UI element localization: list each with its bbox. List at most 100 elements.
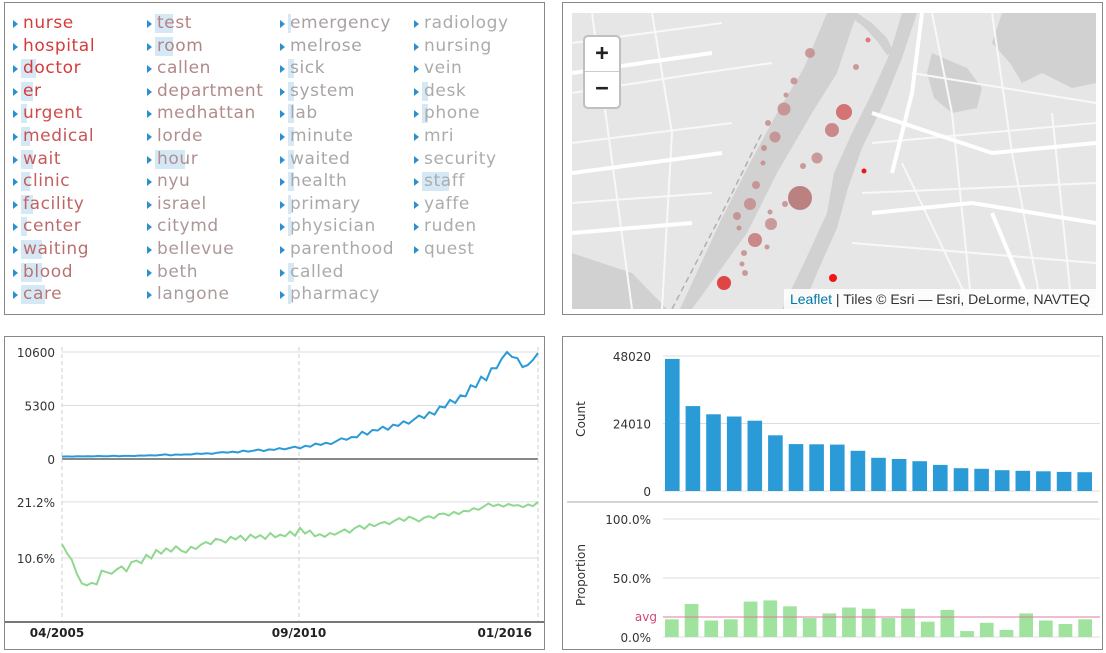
expand-arrow-icon[interactable] (414, 178, 419, 187)
expand-arrow-icon[interactable] (147, 245, 152, 254)
expand-arrow-icon[interactable] (147, 155, 152, 164)
word-item[interactable]: medhattan (145, 102, 264, 125)
word-item[interactable]: ruden (412, 215, 509, 238)
word-item[interactable]: yaffe (412, 193, 509, 216)
expand-arrow-icon[interactable] (147, 268, 152, 277)
word-item[interactable]: test (145, 12, 264, 35)
expand-arrow-icon[interactable] (414, 155, 419, 164)
word-item[interactable]: parenthood (278, 238, 394, 261)
expand-arrow-icon[interactable] (13, 20, 18, 28)
word-item[interactable]: called (278, 261, 394, 284)
word-item[interactable]: health (278, 170, 394, 193)
expand-arrow-icon[interactable] (13, 87, 18, 96)
word-item[interactable]: primary (278, 193, 394, 216)
word-item[interactable]: clinic (11, 170, 95, 193)
expand-arrow-icon[interactable] (280, 268, 285, 277)
expand-arrow-icon[interactable] (280, 87, 285, 96)
expand-arrow-icon[interactable] (147, 223, 152, 232)
expand-arrow-icon[interactable] (280, 178, 285, 187)
word-item[interactable]: hour (145, 148, 264, 171)
word-item[interactable]: physician (278, 215, 394, 238)
word-item[interactable]: vein (412, 57, 509, 80)
expand-arrow-icon[interactable] (147, 87, 152, 96)
word-item[interactable]: room (145, 35, 264, 58)
word-item[interactable]: staff (412, 170, 509, 193)
expand-arrow-icon[interactable] (414, 223, 419, 232)
expand-arrow-icon[interactable] (147, 291, 152, 300)
word-item[interactable]: care (11, 283, 95, 306)
expand-arrow-icon[interactable] (280, 291, 285, 300)
expand-arrow-icon[interactable] (13, 65, 18, 74)
expand-arrow-icon[interactable] (414, 110, 419, 119)
word-item[interactable]: bellevue (145, 238, 264, 261)
expand-arrow-icon[interactable] (414, 132, 419, 141)
expand-arrow-icon[interactable] (280, 155, 285, 164)
word-item[interactable]: nursing (412, 35, 509, 58)
expand-arrow-icon[interactable] (280, 132, 285, 141)
expand-arrow-icon[interactable] (13, 132, 18, 141)
word-item[interactable]: callen (145, 57, 264, 80)
expand-arrow-icon[interactable] (280, 65, 285, 74)
expand-arrow-icon[interactable] (147, 110, 152, 119)
expand-arrow-icon[interactable] (414, 65, 419, 74)
expand-arrow-icon[interactable] (13, 178, 18, 187)
expand-arrow-icon[interactable] (13, 110, 18, 119)
expand-arrow-icon[interactable] (147, 178, 152, 187)
word-item[interactable]: lab (278, 102, 394, 125)
word-item[interactable]: sick (278, 57, 394, 80)
expand-arrow-icon[interactable] (13, 245, 18, 254)
word-item[interactable]: security (412, 148, 509, 171)
word-item[interactable]: langone (145, 283, 264, 306)
word-item[interactable]: doctor (11, 57, 95, 80)
expand-arrow-icon[interactable] (414, 200, 419, 209)
word-item[interactable]: center (11, 215, 95, 238)
word-item[interactable]: system (278, 80, 394, 103)
expand-arrow-icon[interactable] (414, 20, 419, 28)
word-item[interactable]: waited (278, 148, 394, 171)
word-item[interactable]: pharmacy (278, 283, 394, 306)
word-item[interactable]: beth (145, 261, 264, 284)
word-item[interactable]: department (145, 80, 264, 103)
expand-arrow-icon[interactable] (147, 132, 152, 141)
expand-arrow-icon[interactable] (280, 223, 285, 232)
expand-arrow-icon[interactable] (280, 20, 285, 28)
word-item[interactable]: medical (11, 125, 95, 148)
zoom-out-button[interactable]: − (585, 72, 619, 107)
word-item[interactable]: nyu (145, 170, 264, 193)
word-item[interactable]: wait (11, 148, 95, 171)
word-item[interactable]: hospital (11, 35, 95, 58)
word-item[interactable]: minute (278, 125, 394, 148)
expand-arrow-icon[interactable] (13, 42, 18, 51)
word-item[interactable]: waiting (11, 238, 95, 261)
word-item[interactable]: facility (11, 193, 95, 216)
expand-arrow-icon[interactable] (13, 223, 18, 232)
word-item[interactable]: mri (412, 125, 509, 148)
expand-arrow-icon[interactable] (147, 42, 152, 51)
map-view[interactable]: + − Leaflet | Tiles © Esri — Esri, DeLor… (572, 13, 1096, 309)
expand-arrow-icon[interactable] (147, 20, 152, 28)
word-item[interactable]: lorde (145, 125, 264, 148)
expand-arrow-icon[interactable] (280, 110, 285, 119)
zoom-in-button[interactable]: + (585, 37, 619, 72)
word-item[interactable]: radiology (412, 12, 509, 35)
word-bar-chart[interactable]: Count Proportion 0 24010 48020 0.0% 50.0% 100.0… (563, 337, 1102, 649)
expand-arrow-icon[interactable] (280, 245, 285, 254)
word-item[interactable]: israel (145, 193, 264, 216)
expand-arrow-icon[interactable] (147, 65, 152, 74)
word-item[interactable]: nurse (11, 12, 95, 35)
expand-arrow-icon[interactable] (147, 200, 152, 209)
expand-arrow-icon[interactable] (414, 42, 419, 51)
word-item[interactable]: emergency (278, 12, 394, 35)
expand-arrow-icon[interactable] (13, 155, 18, 164)
expand-arrow-icon[interactable] (13, 268, 18, 277)
word-item[interactable]: citymd (145, 215, 264, 238)
leaflet-link[interactable]: Leaflet (790, 291, 832, 307)
expand-arrow-icon[interactable] (414, 245, 419, 254)
word-item[interactable]: urgent (11, 102, 95, 125)
expand-arrow-icon[interactable] (280, 200, 285, 209)
expand-arrow-icon[interactable] (13, 200, 18, 209)
word-item[interactable]: phone (412, 102, 509, 125)
expand-arrow-icon[interactable] (280, 42, 285, 51)
expand-arrow-icon[interactable] (13, 291, 18, 300)
word-item[interactable]: desk (412, 80, 509, 103)
